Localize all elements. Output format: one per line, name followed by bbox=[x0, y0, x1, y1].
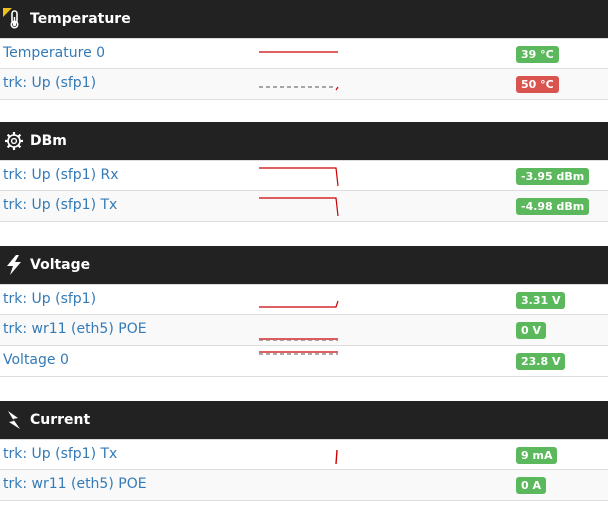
sensor-row[interactable]: trk: wr11 (eth5) POE 0 V bbox=[0, 315, 608, 346]
current-section: Current trk: Up (sfp1) Tx 9 mA trk: wr11… bbox=[0, 401, 608, 501]
temperature-section: Temperature Temperature 0 39 °C trk: Up … bbox=[0, 0, 608, 100]
sensor-row[interactable]: Temperature 0 39 °C bbox=[0, 38, 608, 69]
value-badge: 39 °C bbox=[516, 46, 559, 63]
value-badge: -3.95 dBm bbox=[516, 168, 590, 185]
sensor-row[interactable]: trk: Up (sfp1) Tx -4.98 dBm bbox=[0, 191, 608, 222]
sensor-link[interactable]: trk: Up (sfp1) Tx bbox=[3, 446, 117, 462]
sensor-row[interactable]: trk: Up (sfp1) Tx 9 mA bbox=[0, 439, 608, 470]
temperature-header: Temperature bbox=[0, 0, 608, 38]
voltage-section: Voltage trk: Up (sfp1) 3.31 V trk: wr11 … bbox=[0, 246, 608, 377]
sparkline[interactable] bbox=[258, 73, 342, 95]
sparkline[interactable] bbox=[258, 444, 342, 466]
thermometer-icon bbox=[3, 8, 25, 30]
section-title: Current bbox=[30, 412, 91, 428]
value-badge: 9 mA bbox=[516, 447, 558, 464]
sensor-link[interactable]: trk: Up (sfp1) bbox=[3, 75, 96, 91]
voltage-header: Voltage bbox=[0, 246, 608, 284]
sparkline[interactable] bbox=[258, 195, 342, 217]
sensor-row[interactable]: trk: wr11 (eth5) POE 0 A bbox=[0, 470, 608, 501]
value-badge: 0 V bbox=[516, 322, 546, 339]
value-badge: -4.98 dBm bbox=[516, 198, 590, 215]
sensor-row[interactable]: trk: Up (sfp1) 50 °C bbox=[0, 69, 608, 100]
sensor-link[interactable]: trk: wr11 (eth5) POE bbox=[3, 476, 147, 492]
sparkline[interactable] bbox=[258, 319, 342, 341]
sparkline[interactable] bbox=[258, 165, 342, 187]
dbm-section: DBm trk: Up (sfp1) Rx -3.95 dBm trk: Up … bbox=[0, 122, 608, 222]
bolt-icon bbox=[3, 254, 25, 276]
section-title: Temperature bbox=[30, 11, 131, 27]
sensor-link[interactable]: trk: Up (sfp1) Rx bbox=[3, 167, 119, 183]
value-badge: 23.8 V bbox=[516, 353, 566, 370]
sensor-row[interactable]: Voltage 0 23.8 V bbox=[0, 346, 608, 377]
sensor-link[interactable]: Temperature 0 bbox=[3, 45, 105, 61]
current-header: Current bbox=[0, 401, 608, 439]
value-badge: 50 °C bbox=[516, 76, 559, 93]
gear-icon bbox=[3, 130, 25, 152]
sparkline[interactable] bbox=[258, 289, 342, 311]
section-title: Voltage bbox=[30, 257, 91, 273]
sensor-link[interactable]: Voltage 0 bbox=[3, 352, 69, 368]
sensor-link[interactable]: trk: Up (sfp1) Tx bbox=[3, 197, 117, 213]
sensor-row[interactable]: trk: Up (sfp1) 3.31 V bbox=[0, 284, 608, 315]
sensor-link[interactable]: trk: wr11 (eth5) POE bbox=[3, 321, 147, 337]
value-badge: 0 A bbox=[516, 477, 546, 494]
sparkline[interactable] bbox=[258, 43, 342, 65]
value-badge: 3.31 V bbox=[516, 292, 566, 309]
dbm-header: DBm bbox=[0, 122, 608, 160]
section-title: DBm bbox=[30, 133, 67, 149]
sensor-link[interactable]: trk: Up (sfp1) bbox=[3, 291, 96, 307]
sparkline[interactable] bbox=[258, 350, 342, 372]
sensor-row[interactable]: trk: Up (sfp1) Rx -3.95 dBm bbox=[0, 160, 608, 191]
plug-bolt-icon bbox=[3, 409, 25, 431]
